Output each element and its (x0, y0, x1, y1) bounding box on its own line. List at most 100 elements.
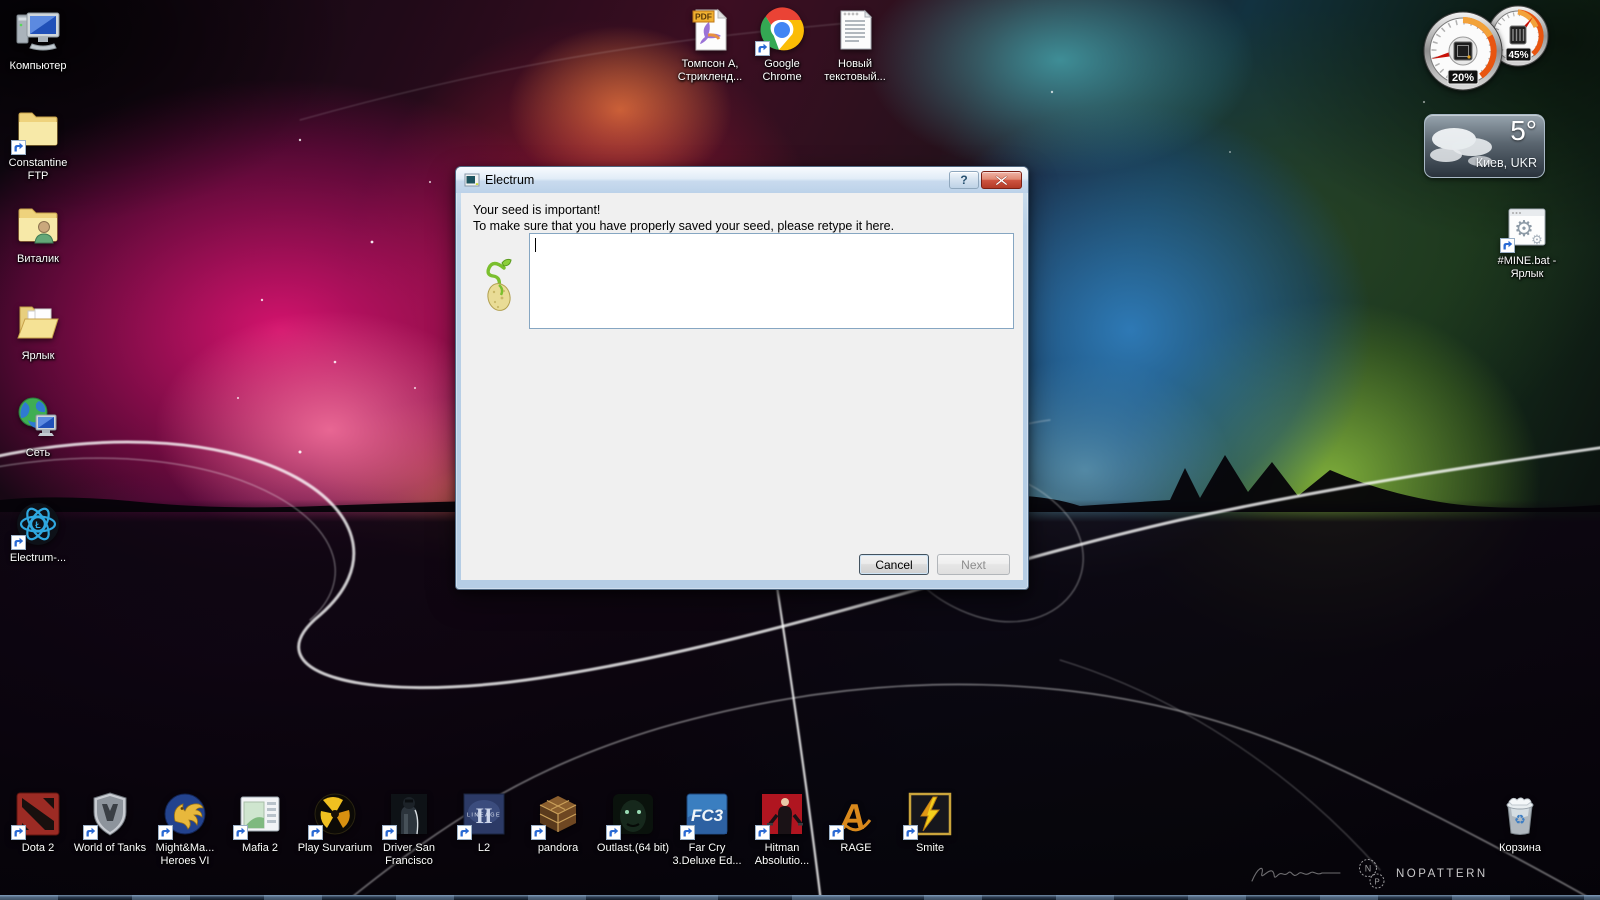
desktop-icon-pandora[interactable]: pandora (520, 790, 596, 855)
desktop-icon-label: Hitman Absolutio... (754, 842, 810, 867)
desktop-icon-label: Mafia 2 (241, 842, 279, 854)
weather-location: Киев, UKR (1475, 156, 1537, 170)
desktop-icon-label: Компьютер (9, 60, 67, 72)
artist-signature (1248, 861, 1348, 887)
desktop-icon-label: Ярлык (21, 350, 55, 362)
seed-input[interactable] (529, 233, 1014, 329)
driver-san-francisco-icon (382, 790, 433, 840)
vitalik-icon (14, 201, 62, 249)
dota-2-icon (11, 790, 62, 840)
help-icon: ? (960, 173, 968, 187)
dialog-client-area: Your seed is important! To make sure tha… (461, 193, 1023, 580)
dialog-title: Electrum (485, 173, 535, 187)
desktop-icon-label: Outlast.(64 bit) (596, 842, 670, 854)
shortcut-arrow-icon (457, 825, 472, 840)
world-of-tanks-icon (83, 790, 134, 840)
shortcut-arrow-icon (755, 825, 770, 840)
play-survarium-icon (308, 790, 359, 840)
desktop-icon-dota-2[interactable]: Dota 2 (0, 790, 76, 855)
shortcut-arrow-icon (11, 825, 26, 840)
wallpaper-watermark: N P NOPATTERN (1248, 858, 1488, 890)
network-icon (14, 395, 62, 443)
desktop-icon-yarlyk-folder[interactable]: Ярлык (0, 298, 76, 363)
desktop-icon-play-survarium[interactable]: Play Survarium (297, 790, 373, 855)
shortcut-arrow-icon (83, 825, 98, 840)
shortcut-arrow-icon (1500, 238, 1515, 253)
cancel-button[interactable]: Cancel (859, 554, 929, 575)
desktop-icon-constantine-ftp[interactable]: Constantine FTP (0, 105, 76, 183)
smite-icon (903, 790, 954, 840)
desktop-icon-outlast[interactable]: Outlast.(64 bit) (595, 790, 671, 855)
desktop-icon-rage[interactable]: A RAGE (818, 790, 894, 855)
nopattern-brand: NOPATTERN (1396, 868, 1488, 880)
desktop-icon-label: Driver San Francisco (383, 842, 435, 867)
desktop-icon-hitman-absolution[interactable]: Hitman Absolutio... (744, 790, 820, 868)
cpu-gauge-gadget[interactable]: 20% (1422, 10, 1504, 92)
mafia-2-icon (233, 790, 284, 840)
heroes-vi-icon (158, 790, 209, 840)
monogram-n: N (1365, 864, 1372, 874)
desktop-icon-label: Сеть (25, 447, 51, 459)
svg-text:FC3: FC3 (691, 806, 724, 825)
shortcut-arrow-icon (680, 825, 695, 840)
ram-percent: 45% (1508, 50, 1528, 61)
svg-text:PDF: PDF (695, 12, 712, 22)
rage-icon: A (829, 790, 880, 840)
desktop-icon-label: Far Cry 3.Deluxe Ed... (672, 842, 742, 867)
desktop-icon-driver-san-francisco[interactable]: Driver San Francisco (371, 790, 447, 868)
monogram-p: P (1374, 878, 1379, 887)
pandora-icon (531, 790, 582, 840)
mine-bat-icon: ⚙ ⚙ (1500, 203, 1551, 253)
desktop[interactable]: Компьютер Constantine FTP Виталик Ярлык Сеть… (0, 0, 1600, 900)
shortcut-arrow-icon (382, 825, 397, 840)
l2-icon: II LINEAGE (457, 790, 508, 840)
shortcut-arrow-icon (158, 825, 173, 840)
shortcut-arrow-icon (308, 825, 323, 840)
google-chrome-icon (755, 6, 806, 56)
desktop-icon-world-of-tanks[interactable]: World of Tanks (72, 790, 148, 855)
desktop-icon-vitalik[interactable]: Виталик (0, 201, 76, 266)
desktop-icon-far-cry-3[interactable]: FC3 Far Cry 3.Deluxe Ed... (669, 790, 745, 868)
desktop-icon-mine-bat[interactable]: ⚙ ⚙ #MINE.bat - Ярлык (1489, 203, 1565, 281)
desktop-icon-smite[interactable]: Smite (892, 790, 968, 855)
shortcut-arrow-icon (11, 140, 26, 155)
desktop-icon-label: pandora (537, 842, 579, 854)
help-button[interactable]: ? (949, 171, 979, 189)
desktop-icon-google-chrome[interactable]: Google Chrome (744, 6, 820, 84)
desktop-icon-network[interactable]: Сеть (0, 395, 76, 460)
weather-temperature: 5° (1510, 115, 1537, 146)
desktop-icon-label: Dota 2 (21, 842, 55, 854)
next-button[interactable]: Next (937, 554, 1010, 575)
desktop-icon-label: Play Survarium (297, 842, 373, 854)
svg-text:⚙: ⚙ (1531, 232, 1543, 247)
weather-gadget[interactable]: 5° Киев, UKR (1424, 114, 1545, 178)
desktop-icon-mafia-2[interactable]: Mafia 2 (222, 790, 298, 855)
desktop-icon-label: RAGE (840, 842, 872, 854)
desktop-icon-computer[interactable]: Компьютер (0, 8, 76, 73)
shortcut-arrow-icon (755, 41, 770, 56)
desktop-icon-electrum-shortcut[interactable]: Ł Electrum-... (0, 500, 76, 565)
desktop-icon-pdf-document[interactable]: PDF Томпсон А, Стрикленд... (672, 6, 748, 84)
desktop-icon-label: L2 (477, 842, 491, 854)
shortcut-arrow-icon (233, 825, 248, 840)
desktop-icon-l2[interactable]: II LINEAGE L2 (446, 790, 522, 855)
electrum-window-icon (464, 172, 480, 188)
close-button[interactable] (981, 171, 1022, 189)
desktop-icon-label: Корзина (1499, 842, 1541, 854)
recycle-bin-icon: ♻ (1496, 790, 1544, 838)
desktop-icon-new-text-document[interactable]: Новый текстовый... (817, 6, 893, 84)
desktop-icon-label: Томпсон А, Стрикленд... (677, 58, 743, 83)
svg-text:LINEAGE: LINEAGE (467, 813, 501, 819)
electrum-shortcut-icon: Ł (11, 500, 62, 550)
shortcut-arrow-icon (11, 535, 26, 550)
shortcut-arrow-icon (903, 825, 918, 840)
desktop-icon-recycle-bin[interactable]: ♻ Корзина (1482, 790, 1558, 855)
dialog-titlebar[interactable]: Electrum ? (456, 167, 1028, 193)
text-caret (535, 238, 536, 252)
desktop-icon-heroes-vi[interactable]: Might&Ma... Heroes VI (147, 790, 223, 868)
taskbar-edge[interactable] (0, 895, 1600, 900)
desktop-icon-label: Smite (915, 842, 945, 854)
computer-icon (14, 8, 62, 56)
seed-message-line1: Your seed is important! (473, 203, 601, 217)
seed-message-line2: To make sure that you have properly save… (473, 219, 895, 233)
